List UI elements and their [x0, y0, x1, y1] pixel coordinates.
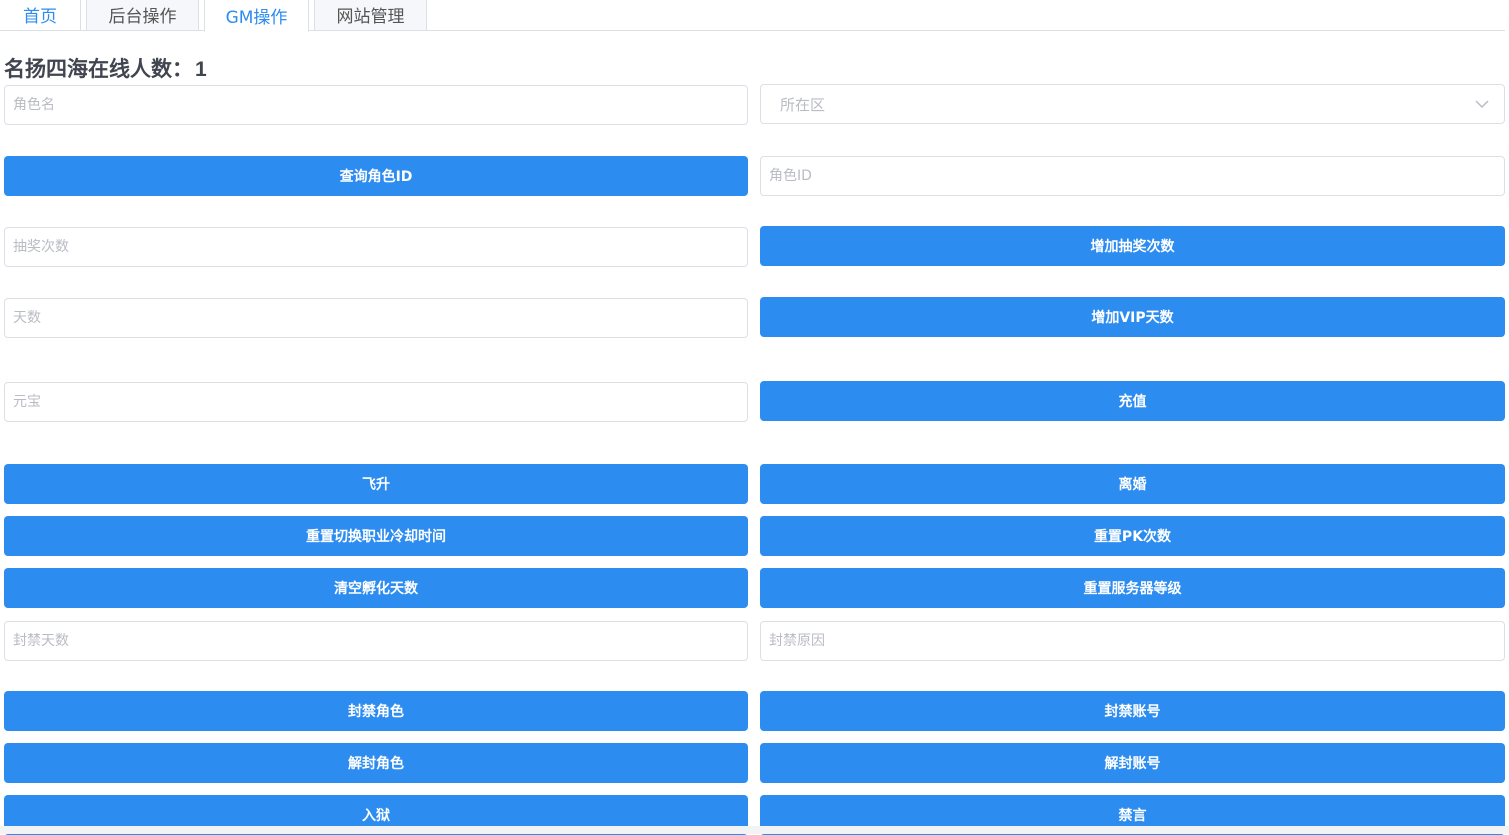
ban-role-button[interactable]: 封禁角色: [4, 691, 748, 731]
role-id-input[interactable]: [760, 156, 1505, 196]
zone-select[interactable]: 所在区: [760, 84, 1505, 124]
yuanbao-input[interactable]: [4, 382, 748, 422]
add-lottery-button[interactable]: 增加抽奖次数: [760, 226, 1505, 266]
clear-incubation-button[interactable]: 清空孵化天数: [4, 568, 748, 608]
lottery-count-input[interactable]: [4, 227, 748, 267]
reset-server-level-button[interactable]: 重置服务器等级: [760, 568, 1505, 608]
top-tabs: 首页 后台操作 GM操作 网站管理: [0, 0, 1505, 32]
recharge-button[interactable]: 充值: [760, 381, 1505, 421]
ascend-button[interactable]: 飞升: [4, 464, 748, 504]
reset-pk-button[interactable]: 重置PK次数: [760, 516, 1505, 556]
online-count-value: 1: [195, 58, 207, 81]
chevron-down-icon: [1475, 100, 1489, 109]
page-title: 名扬四海在线人数：1: [4, 53, 207, 83]
tab-backend-ops[interactable]: 后台操作: [86, 0, 199, 31]
divorce-button[interactable]: 离婚: [760, 464, 1505, 504]
tab-gm-ops[interactable]: GM操作: [204, 0, 309, 32]
unban-account-button[interactable]: 解封账号: [760, 743, 1505, 783]
tab-home[interactable]: 首页: [0, 0, 81, 31]
reset-job-cooldown-button[interactable]: 重置切换职业冷却时间: [4, 516, 748, 556]
role-name-input[interactable]: [4, 85, 748, 125]
online-count-label: 名扬四海在线人数：: [4, 58, 193, 81]
ban-reason-input[interactable]: [760, 621, 1505, 661]
zone-select-placeholder: 所在区: [780, 95, 826, 114]
ban-days-input[interactable]: [4, 621, 748, 661]
tab-site-management[interactable]: 网站管理: [314, 0, 427, 31]
query-role-id-button[interactable]: 查询角色ID: [4, 156, 748, 196]
days-input[interactable]: [4, 298, 748, 338]
ban-account-button[interactable]: 封禁账号: [760, 691, 1505, 731]
bottom-strip: [0, 826, 1509, 834]
add-vip-days-button[interactable]: 增加VIP天数: [760, 297, 1505, 337]
unban-role-button[interactable]: 解封角色: [4, 743, 748, 783]
